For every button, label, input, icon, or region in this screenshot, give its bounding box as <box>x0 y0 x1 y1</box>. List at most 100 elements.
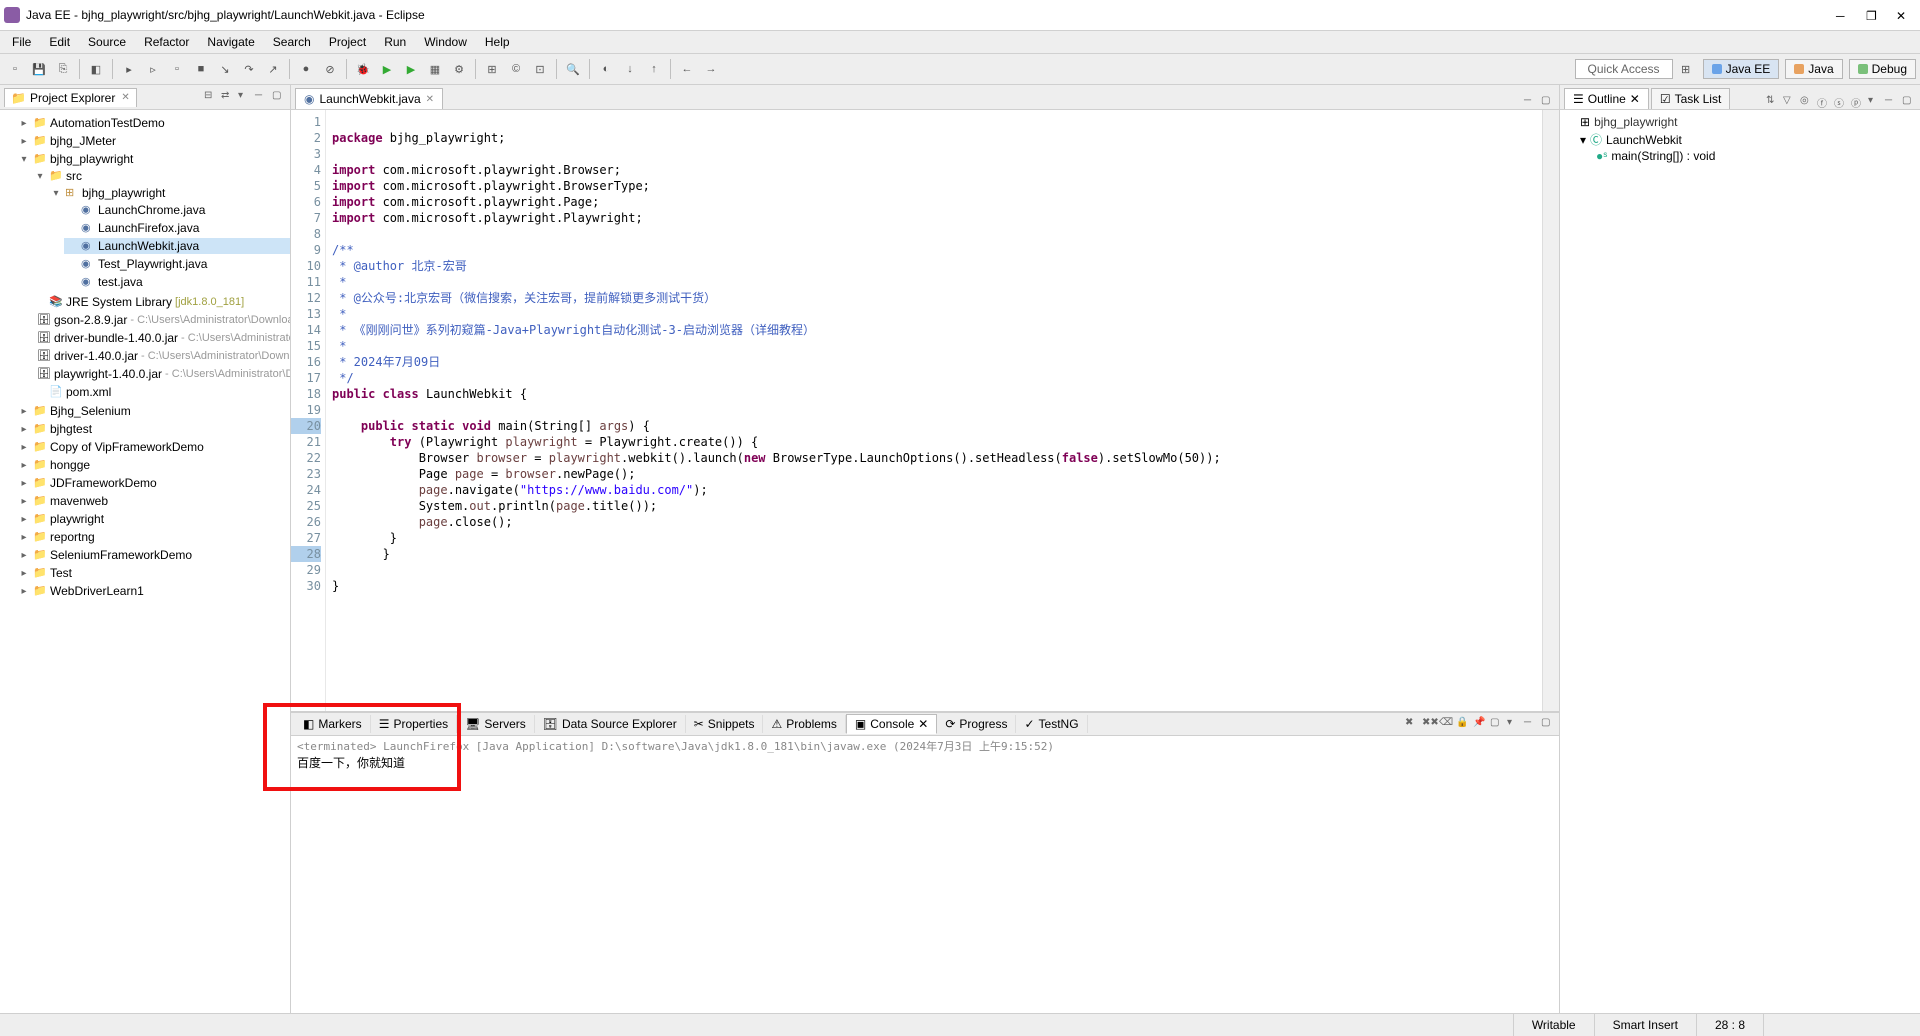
sort-icon[interactable]: ⇅ <box>1766 95 1780 109</box>
skip-breakpoints-button[interactable]: ⊘ <box>319 58 341 80</box>
code-area[interactable]: package bjhg_playwright;import com.micro… <box>326 110 1542 711</box>
minimize-button[interactable]: ─ <box>1836 9 1848 21</box>
console-output[interactable]: <terminated> LaunchFirefox [Java Applica… <box>291 736 1559 1013</box>
editor-tab-launchwebkit[interactable]: ◉ LaunchWebkit.java ✕ <box>295 88 443 109</box>
outline-class[interactable]: ▾ⒸLaunchWebkit <box>1580 131 1916 148</box>
remove-launch-icon[interactable]: ✖ <box>1405 717 1419 731</box>
menu-file[interactable]: File <box>6 33 37 51</box>
coverage-button[interactable]: ▦ <box>424 58 446 80</box>
view-menu-icon[interactable]: ▾ <box>238 90 252 104</box>
tree-item[interactable]: ▸📁AutomationTestDemo <box>16 115 290 131</box>
external-tools-button[interactable]: ⚙ <box>448 58 470 80</box>
close-view-icon[interactable]: ✕ <box>121 92 129 103</box>
next-annotation-button[interactable]: ↓ <box>619 58 641 80</box>
tree-item[interactable]: ▸📁bjhg_JMeter <box>16 133 290 149</box>
collapse-all-icon[interactable]: ⊟ <box>204 90 218 104</box>
bottom-tab-testng[interactable]: ✓TestNG <box>1016 715 1087 733</box>
maximize-bottom-icon[interactable]: ▢ <box>1541 717 1555 731</box>
menu-window[interactable]: Window <box>418 33 473 51</box>
minimize-view-icon[interactable]: ─ <box>255 90 269 104</box>
terminate-button[interactable]: ■ <box>190 58 212 80</box>
tree-item[interactable]: ▾📁bjhg_playwright <box>16 151 290 167</box>
save-all-button[interactable]: ⎘ <box>52 58 74 80</box>
prev-annotation-button[interactable]: ↑ <box>643 58 665 80</box>
close-outline-icon[interactable]: ✕ <box>1630 92 1640 106</box>
focus-icon[interactable]: ◎ <box>1800 95 1814 109</box>
bottom-tab-console[interactable]: ▣Console✕ <box>846 714 937 734</box>
perspective-debug[interactable]: Debug <box>1849 59 1916 79</box>
toggle-mark-button[interactable]: ◐ <box>595 58 617 80</box>
menu-project[interactable]: Project <box>323 33 372 51</box>
tree-item[interactable]: ◉test.java <box>64 274 290 290</box>
menu-navigate[interactable]: Navigate <box>201 33 260 51</box>
search-button[interactable]: 🔍 <box>562 58 584 80</box>
remove-all-icon[interactable]: ✖✖ <box>1422 717 1436 731</box>
debug-step-button[interactable]: ▸ <box>118 58 140 80</box>
minimize-editor-icon[interactable]: ─ <box>1524 95 1538 109</box>
open-console-icon[interactable]: ▾ <box>1507 717 1521 731</box>
menu-run[interactable]: Run <box>378 33 412 51</box>
bottom-tab-markers[interactable]: ◧Markers <box>295 715 371 733</box>
step-into-button[interactable]: ↘ <box>214 58 236 80</box>
project-explorer-tab[interactable]: 📁 Project Explorer ✕ <box>4 88 137 107</box>
bottom-tab-snippets[interactable]: ✂Snippets <box>686 715 764 733</box>
tree-item[interactable]: ▸📁SeleniumFrameworkDemo <box>16 547 290 563</box>
outline-package[interactable]: ⊞bjhg_playwright <box>1580 115 1916 129</box>
editor-scrollbar[interactable] <box>1542 110 1559 711</box>
tree-item[interactable]: 🗄playwright-1.40.0.jar - C:\Users\Admini… <box>32 366 290 382</box>
bottom-tab-problems[interactable]: ⚠Problems <box>763 715 845 733</box>
maximize-view-icon[interactable]: ▢ <box>272 90 286 104</box>
hide-nonpublic-icon[interactable]: ⓟ <box>1851 95 1865 109</box>
outline-tab[interactable]: ☰ Outline ✕ <box>1564 88 1649 109</box>
close-tab-icon[interactable]: ✕ <box>918 717 928 731</box>
perspective-java[interactable]: Java <box>1785 59 1842 79</box>
display-console-icon[interactable]: ▢ <box>1490 717 1504 731</box>
bottom-tab-properties[interactable]: ☰Properties <box>371 715 457 733</box>
menu-help[interactable]: Help <box>479 33 516 51</box>
clear-console-icon[interactable]: ⌫ <box>1439 717 1453 731</box>
tree-item[interactable]: ▸📁reportng <box>16 529 290 545</box>
tree-item[interactable]: ▸📁bjhgtest <box>16 421 290 437</box>
tree-item[interactable]: 🗄gson-2.8.9.jar - C:\Users\Administrator… <box>32 312 290 328</box>
project-tree[interactable]: ▸📁AutomationTestDemo ▸📁bjhg_JMeter ▾📁bjhg_… <box>0 110 290 1013</box>
step-return-button[interactable]: ↗ <box>262 58 284 80</box>
step-over-button[interactable]: ↷ <box>238 58 260 80</box>
new-class-button[interactable]: © <box>505 58 527 80</box>
tree-item[interactable]: ◉Test_Playwright.java <box>64 256 290 272</box>
tree-item[interactable]: 🗄driver-1.40.0.jar - C:\Users\Administra… <box>32 348 290 364</box>
toggle-breakpoint-button[interactable]: ● <box>295 58 317 80</box>
back-button[interactable]: ← <box>676 58 698 80</box>
pin-console-icon[interactable]: 📌 <box>1473 717 1487 731</box>
tree-item[interactable]: ▸📁Copy of VipFrameworkDemo <box>16 439 290 455</box>
link-editor-icon[interactable]: ⇄ <box>221 90 235 104</box>
tree-item[interactable]: ▸📁WebDriverLearn1 <box>16 583 290 599</box>
maximize-outline-icon[interactable]: ▢ <box>1902 95 1916 109</box>
tree-item[interactable]: ▸📁hongge <box>16 457 290 473</box>
tree-item[interactable]: ◉LaunchFirefox.java <box>64 220 290 236</box>
tree-item[interactable]: ▾⊞bjhg_playwright <box>48 185 290 201</box>
close-tab-icon[interactable]: ✕ <box>426 94 434 105</box>
quick-access-input[interactable]: Quick Access <box>1575 59 1673 79</box>
code-editor[interactable]: 1234567891011121314151617181920212223242… <box>291 110 1559 712</box>
perspective-java-ee[interactable]: Java EE <box>1703 59 1780 79</box>
tree-item[interactable]: ▸📁Bjhg_Selenium <box>16 403 290 419</box>
tree-item[interactable]: ◉LaunchWebkit.java <box>64 238 290 254</box>
debug-button[interactable]: 🐞 <box>352 58 374 80</box>
maximize-button[interactable]: ❐ <box>1866 9 1878 21</box>
menu-source[interactable]: Source <box>82 33 132 51</box>
tree-item[interactable]: 🗄driver-bundle-1.40.0.jar - C:\Users\Adm… <box>32 330 290 346</box>
forward-button[interactable]: → <box>700 58 722 80</box>
new-package-button[interactable]: ⊞ <box>481 58 503 80</box>
new-server-button[interactable]: ⊡ <box>529 58 551 80</box>
bottom-tab-progress[interactable]: ⟳Progress <box>937 715 1016 733</box>
outline-tree[interactable]: ⊞bjhg_playwright ▾ⒸLaunchWebkit ●ˢmain(S… <box>1560 110 1920 1013</box>
tree-item[interactable]: ▾📁src <box>32 168 290 184</box>
menu-refactor[interactable]: Refactor <box>138 33 195 51</box>
save-button[interactable]: 💾 <box>28 58 50 80</box>
bottom-tab-data-source-explorer[interactable]: 🗄Data Source Explorer <box>535 715 686 733</box>
hide-static-icon[interactable]: ⓢ <box>1834 95 1848 109</box>
menu-edit[interactable]: Edit <box>43 33 76 51</box>
tree-item[interactable]: ▸📁JDFrameworkDemo <box>16 475 290 491</box>
resume-button[interactable]: ▹ <box>142 58 164 80</box>
new-button[interactable]: ▫ <box>4 58 26 80</box>
